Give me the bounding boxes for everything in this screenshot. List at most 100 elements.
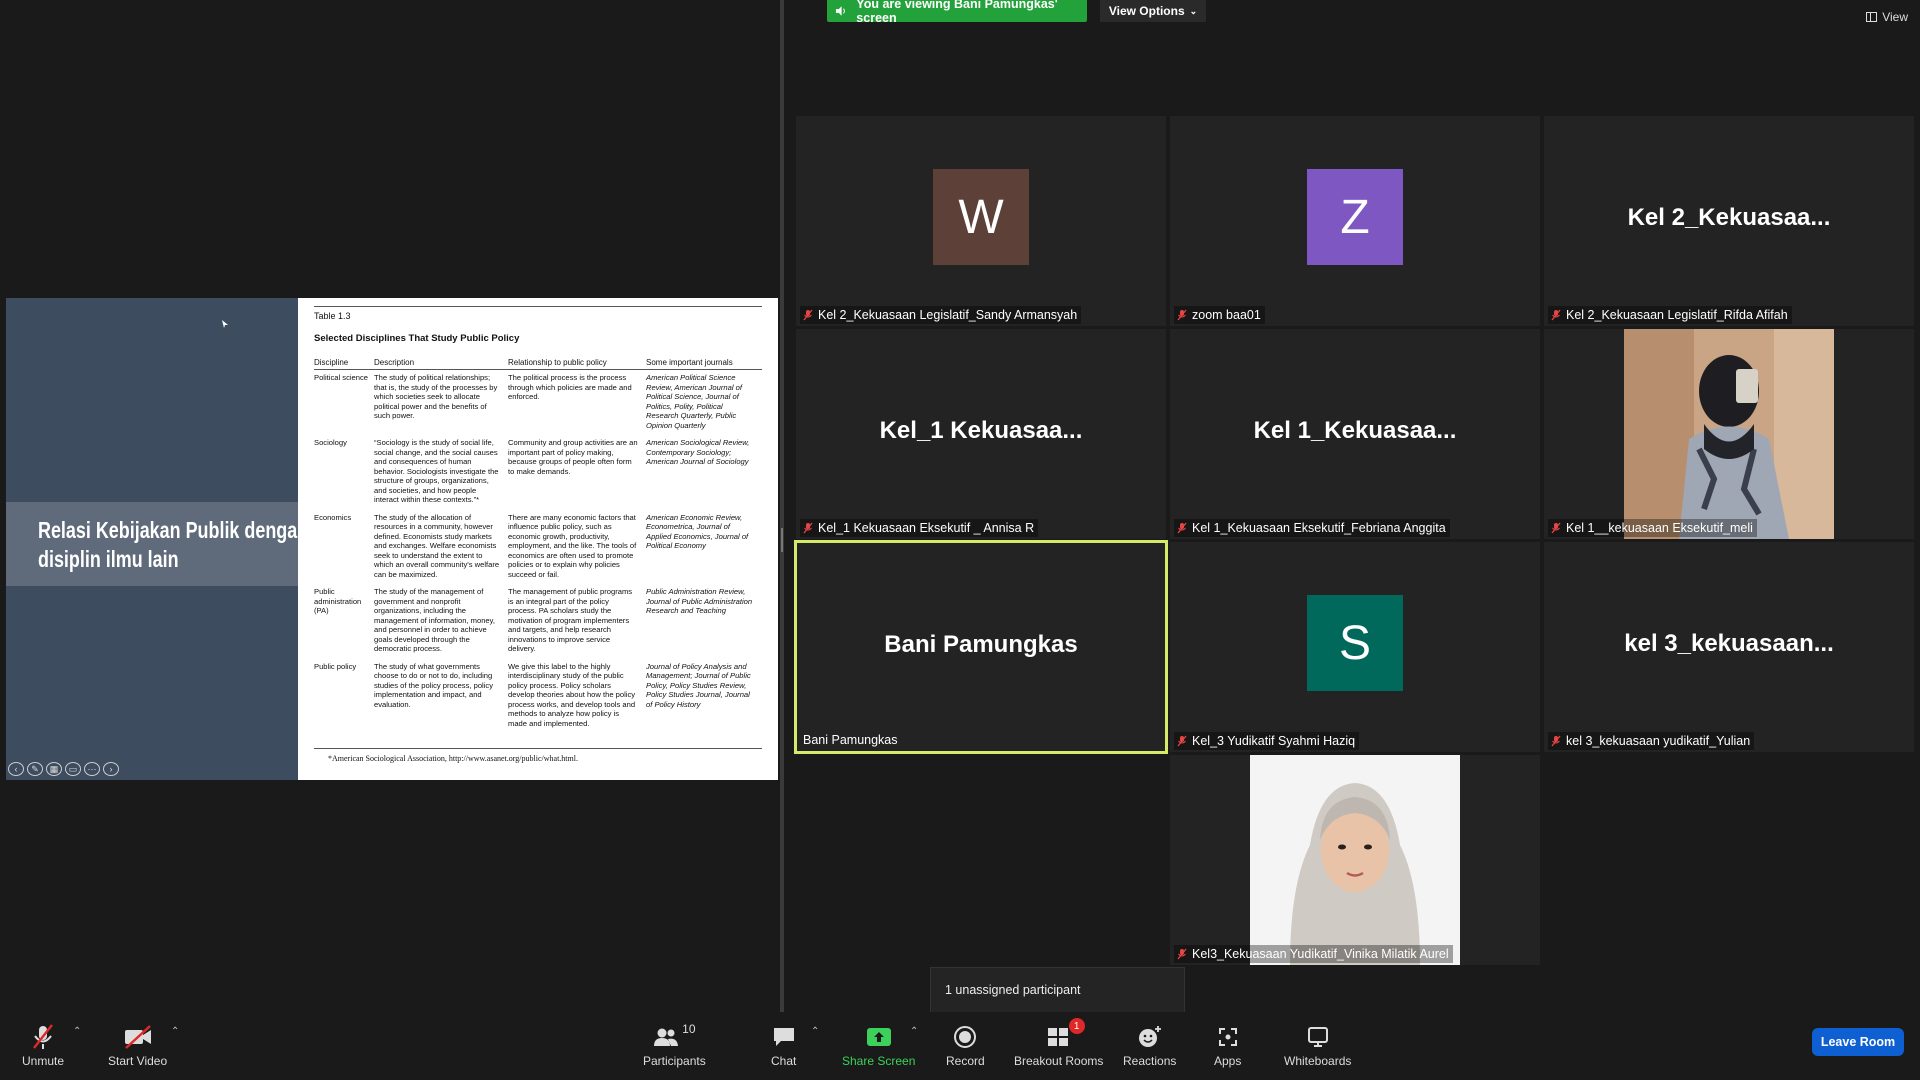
table-cell: The management of public programs is an … — [508, 587, 633, 653]
table-cell: The study of what governments choose to … — [374, 661, 494, 709]
participant-tile[interactable]: W Kel 2_Kekuasaan Legislatif_Sandy Arman… — [796, 116, 1166, 326]
previous-slide-icon[interactable]: ‹ — [8, 762, 24, 776]
slide-toolbar: ‹ ✎ ▦ ▭ ⋯ › — [8, 762, 119, 776]
participants-label: Participants — [643, 1054, 706, 1068]
video-icon[interactable]: ▭ — [65, 762, 81, 776]
apps-label: Apps — [1214, 1054, 1242, 1068]
participant-name: Kel3_Kekuasaan Yudikatif_Vinika Milatik … — [1192, 947, 1449, 961]
muted-mic-icon — [1177, 735, 1187, 747]
unassigned-participant-tooltip[interactable]: 1 unassigned participant — [930, 967, 1185, 1013]
table-title: Selected Disciplines That Study Public P… — [314, 333, 520, 344]
record-button[interactable]: Record — [946, 1020, 985, 1068]
record-label: Record — [946, 1054, 985, 1068]
table-row: Economics The study of the allocation of… — [314, 513, 762, 580]
split-view-divider[interactable] — [780, 0, 784, 1012]
slide-title-line-1: Relasi Kebijakan Publik dengan — [38, 517, 309, 543]
unassigned-text: 1 unassigned participant — [945, 983, 1081, 997]
participant-name-label: zoom baa01 — [1174, 306, 1265, 324]
whiteboards-button[interactable]: Whiteboards — [1284, 1020, 1351, 1068]
reactions-icon — [1138, 1026, 1161, 1047]
table-cell: We give this label to the highly interdi… — [508, 661, 636, 728]
participant-tile[interactable]: Kel_1 Kekuasaa... Kel_1 Kekuasaan Ekseku… — [796, 329, 1166, 539]
participant-name: zoom baa01 — [1192, 308, 1261, 322]
table-cell: American Political Science Review, Ameri… — [646, 373, 742, 430]
table-cell: “Sociology is the study of social life, … — [374, 438, 499, 504]
table-cell: There are many economic factors that inf… — [508, 512, 637, 579]
view-layout-button[interactable]: View — [1866, 10, 1908, 24]
table-row: Political science The study of political… — [314, 373, 762, 430]
participant-name-label: Kel_3 Yudikatif Syahmi Haziq — [1174, 732, 1360, 750]
column-header: Discipline — [314, 358, 349, 367]
participant-tile-active-speaker[interactable]: Bani Pamungkas Bani Pamungkas — [794, 540, 1168, 754]
breakout-rooms-button[interactable]: 1 Breakout Rooms — [1014, 1018, 1103, 1068]
table-cell: The study of political relationships; th… — [374, 373, 498, 420]
breakout-rooms-badge: 1 — [1068, 1018, 1085, 1034]
participant-name: Kel_1 Kekuasaan Eksekutif _ Annisa R — [818, 521, 1035, 535]
participant-name: Kel 2_Kekuasaan Legislatif_Rifda Afifah — [1566, 308, 1788, 322]
more-options-icon[interactable]: ⋯ — [84, 762, 100, 776]
audio-options-caret-icon[interactable]: ⌃ — [73, 1026, 81, 1037]
table-row: Public administration (PA) The study of … — [314, 587, 762, 654]
video-options-caret-icon[interactable]: ⌃ — [171, 1026, 179, 1037]
reactions-button[interactable]: Reactions — [1123, 1020, 1176, 1068]
participant-name-label: Kel 2_Kekuasaan Legislatif_Rifda Afifah — [1548, 306, 1792, 324]
participant-tile[interactable]: Kel 2_Kekuasaa... Kel 2_Kekuasaan Legisl… — [1544, 116, 1914, 326]
table-cell: The political process is the process thr… — [508, 373, 632, 401]
next-slide-icon[interactable]: › — [103, 762, 119, 776]
slide-title-band: Relasi Kebijakan Publik dengan disiplin … — [6, 502, 309, 586]
column-header: Relationship to public policy — [508, 358, 607, 367]
table-cell: Community and group activities are an im… — [508, 438, 638, 476]
participant-name: kel 3_kekuasaan yudikatif_Yulian — [1566, 734, 1751, 748]
participant-tile[interactable]: S Kel_3 Yudikatif Syahmi Haziq — [1170, 542, 1540, 752]
apps-button[interactable]: Apps — [1214, 1020, 1241, 1068]
pen-icon[interactable]: ✎ — [27, 762, 43, 776]
table-cell: The study of the allocation of resources… — [374, 512, 500, 579]
viewing-screen-text: You are viewing Bani Pamungkas' screen — [856, 0, 1058, 25]
participant-video — [1250, 755, 1460, 965]
participant-tile[interactable]: Z zoom baa01 — [1170, 116, 1540, 326]
participant-name: Bani Pamungkas — [803, 733, 898, 747]
participant-tile[interactable]: kel 3_kekuasaan... kel 3_kekuasaan yudik… — [1544, 542, 1914, 752]
chat-icon — [773, 1028, 794, 1046]
avatar: Z — [1307, 169, 1403, 265]
view-options-button[interactable]: View Options ⌄ — [1100, 0, 1206, 22]
participant-display-name: Kel 2_Kekuasaa... — [1627, 204, 1831, 231]
table-cell: Public policy — [314, 661, 357, 671]
leave-room-button[interactable]: Leave Room — [1812, 1028, 1904, 1056]
muted-mic-icon — [1177, 948, 1187, 960]
column-header: Description — [374, 358, 415, 367]
participant-count: 10 — [682, 1022, 696, 1036]
participant-name: Kel 1_Kekuasaan Eksekutif_Febriana Anggi… — [1192, 521, 1446, 535]
table-row: Sociology “Sociology is the study of soc… — [314, 438, 762, 505]
table-label: Table 1.3 — [314, 311, 351, 321]
muted-mic-icon — [803, 309, 813, 321]
participant-name: Kel 2_Kekuasaan Legislatif_Sandy Armansy… — [818, 308, 1078, 322]
shared-screen-panel: Relasi Kebijakan Publik dengan disiplin … — [0, 0, 780, 1012]
participant-display-name: kel 3_kekuasaan... — [1624, 630, 1834, 657]
share-screen-button[interactable]: Share Screen — [842, 1020, 915, 1068]
participant-name-label: Kel_1 Kekuasaan Eksekutif _ Annisa R — [800, 519, 1039, 537]
view-options-label: View Options — [1108, 4, 1185, 18]
start-video-button[interactable]: Start Video — [108, 1020, 167, 1068]
share-options-caret-icon[interactable]: ⌃ — [910, 1026, 918, 1037]
column-header: Some important journals — [646, 358, 733, 367]
participant-name: Kel 1__kekuasaan Eksekutif_meli — [1566, 521, 1753, 535]
chat-options-caret-icon[interactable]: ⌃ — [811, 1026, 819, 1037]
whiteboard-icon — [1307, 1027, 1328, 1047]
participant-name-label: Kel3_Kekuasaan Yudikatif_Vinika Milatik … — [1174, 945, 1453, 963]
participant-tile[interactable]: Kel 1__kekuasaan Eksekutif_meli — [1544, 329, 1914, 539]
avatar: S — [1307, 595, 1403, 691]
mouse-cursor-icon — [222, 320, 228, 328]
chat-button[interactable]: Chat — [771, 1020, 796, 1068]
unmute-label: Unmute — [22, 1054, 65, 1068]
slide-table-panel: Table 1.3 Selected Disciplines That Stud… — [298, 298, 778, 780]
participant-tile[interactable]: Kel3_Kekuasaan Yudikatif_Vinika Milatik … — [1170, 755, 1540, 965]
divider-handle[interactable] — [781, 528, 783, 552]
chat-label: Chat — [771, 1054, 797, 1068]
participant-video — [1624, 329, 1834, 539]
participant-tile[interactable]: Kel 1_Kekuasaa... Kel 1_Kekuasaan Ekseku… — [1170, 329, 1540, 539]
slides-grid-icon[interactable]: ▦ — [46, 762, 62, 776]
unmute-button[interactable]: Unmute — [22, 1020, 64, 1068]
table-row: Public policy The study of what governme… — [314, 662, 762, 729]
participants-button[interactable]: 10 Participants — [643, 1020, 706, 1068]
